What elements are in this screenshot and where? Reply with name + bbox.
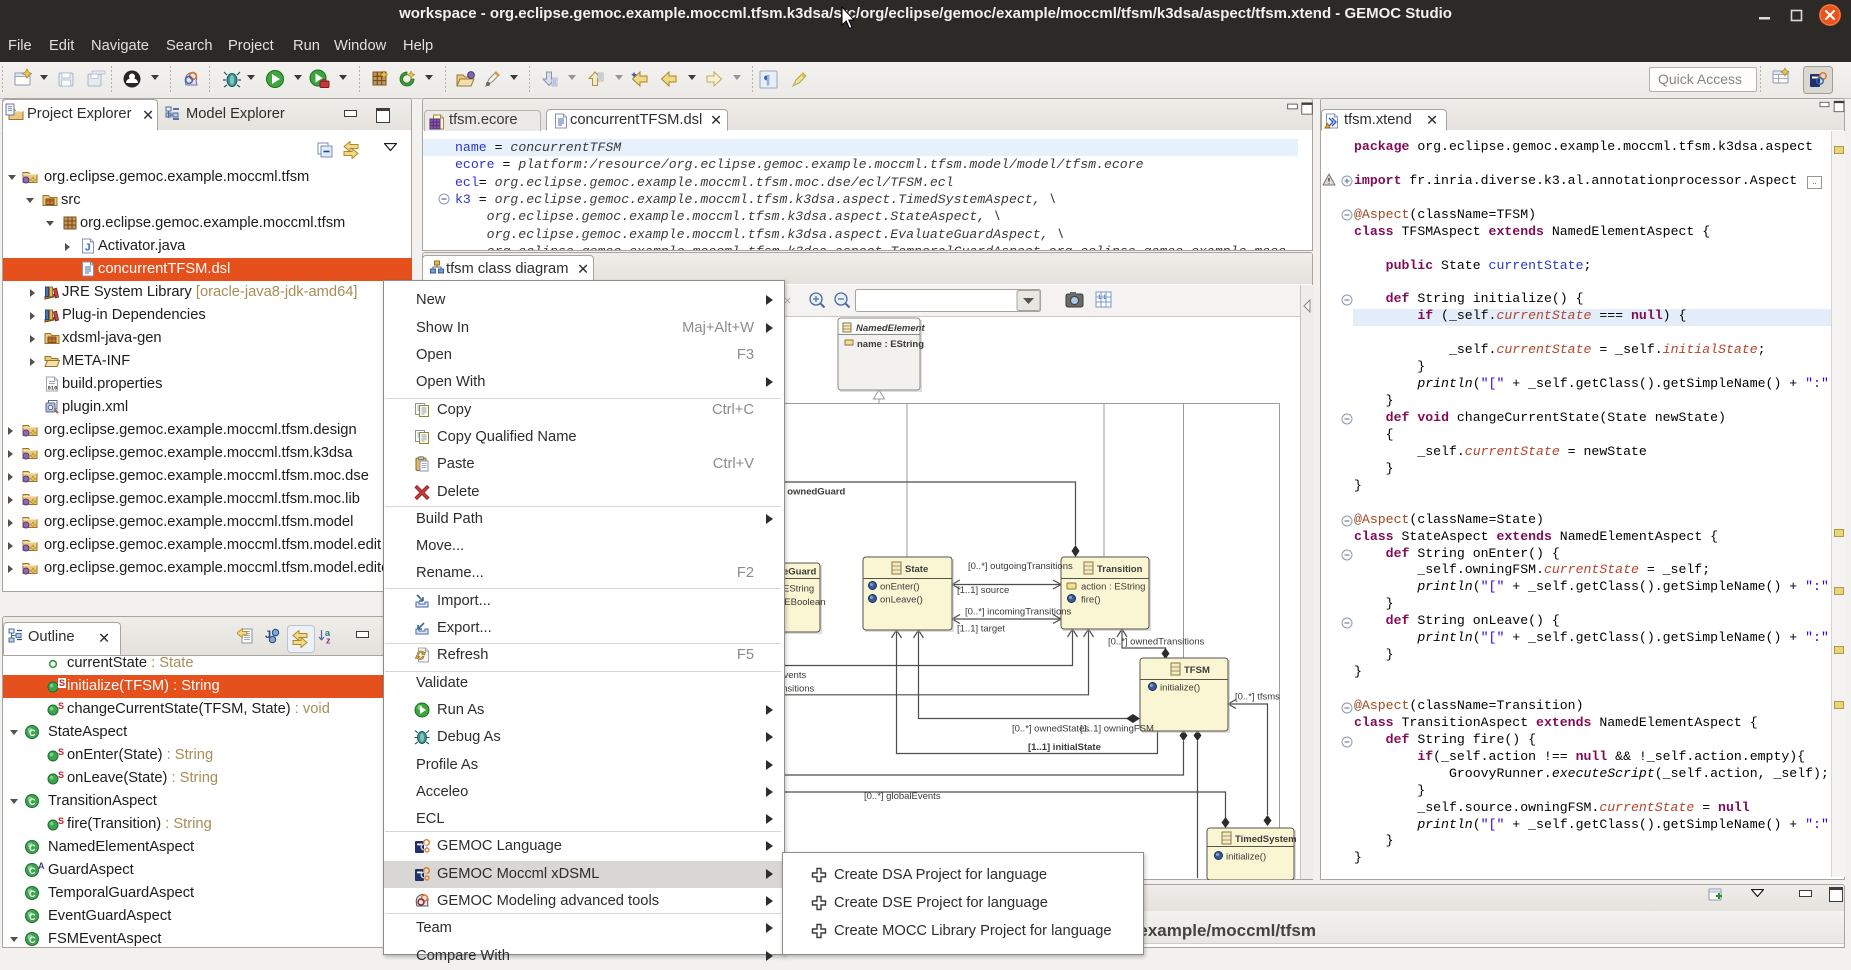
svg-text:NamedElement: NamedElement	[856, 323, 925, 334]
svg-text:[0..*] ownedStates: [0..*] ownedStates	[1012, 724, 1089, 735]
svg-text:EString: EString	[783, 584, 814, 595]
svg-text:[1..1] target: [1..1] target	[957, 624, 1005, 635]
svg-text:1:1: 1:1	[1098, 295, 1107, 301]
svg-text:initialize(): initialize()	[1226, 852, 1266, 863]
svg-text:TimedSystem: TimedSystem	[1235, 834, 1297, 845]
svg-text:name : EString: name : EString	[857, 339, 924, 350]
svg-text:action : EString: action : EString	[1081, 582, 1145, 593]
svg-text:[0..*] outgoingTransitions: [0..*] outgoingTransitions	[968, 561, 1073, 572]
svg-text:[1..1] source: [1..1] source	[957, 585, 1009, 596]
svg-text:z: z	[326, 636, 331, 645]
svg-text:[1..1] initialState: [1..1] initialState	[1028, 742, 1101, 753]
svg-text:[0..*] globalEvents: [0..*] globalEvents	[864, 791, 941, 802]
svg-text:¶: ¶	[764, 72, 770, 87]
svg-text:Transition: Transition	[1097, 564, 1143, 575]
svg-text:onEnter(): onEnter()	[880, 582, 920, 593]
svg-text:TFSM: TFSM	[1184, 665, 1210, 676]
svg-text:fire(): fire()	[1081, 595, 1101, 606]
svg-text:[0..*] ownedTransitions: [0..*] ownedTransitions	[1108, 637, 1205, 648]
svg-text:: EBoolean: : EBoolean	[779, 597, 825, 608]
svg-text:[0..*] tfsms: [0..*] tfsms	[1235, 692, 1280, 703]
svg-text:[1..1] owningFSM: [1..1] owningFSM	[1080, 724, 1154, 735]
svg-text:[0..*] incomingTransitions: [0..*] incomingTransitions	[965, 607, 1072, 618]
svg-text:State: State	[905, 564, 928, 575]
svg-text:eGuard: eGuard	[783, 567, 816, 578]
svg-text:onLeave(): onLeave()	[880, 595, 923, 606]
svg-text:initialize(): initialize()	[1160, 683, 1200, 694]
